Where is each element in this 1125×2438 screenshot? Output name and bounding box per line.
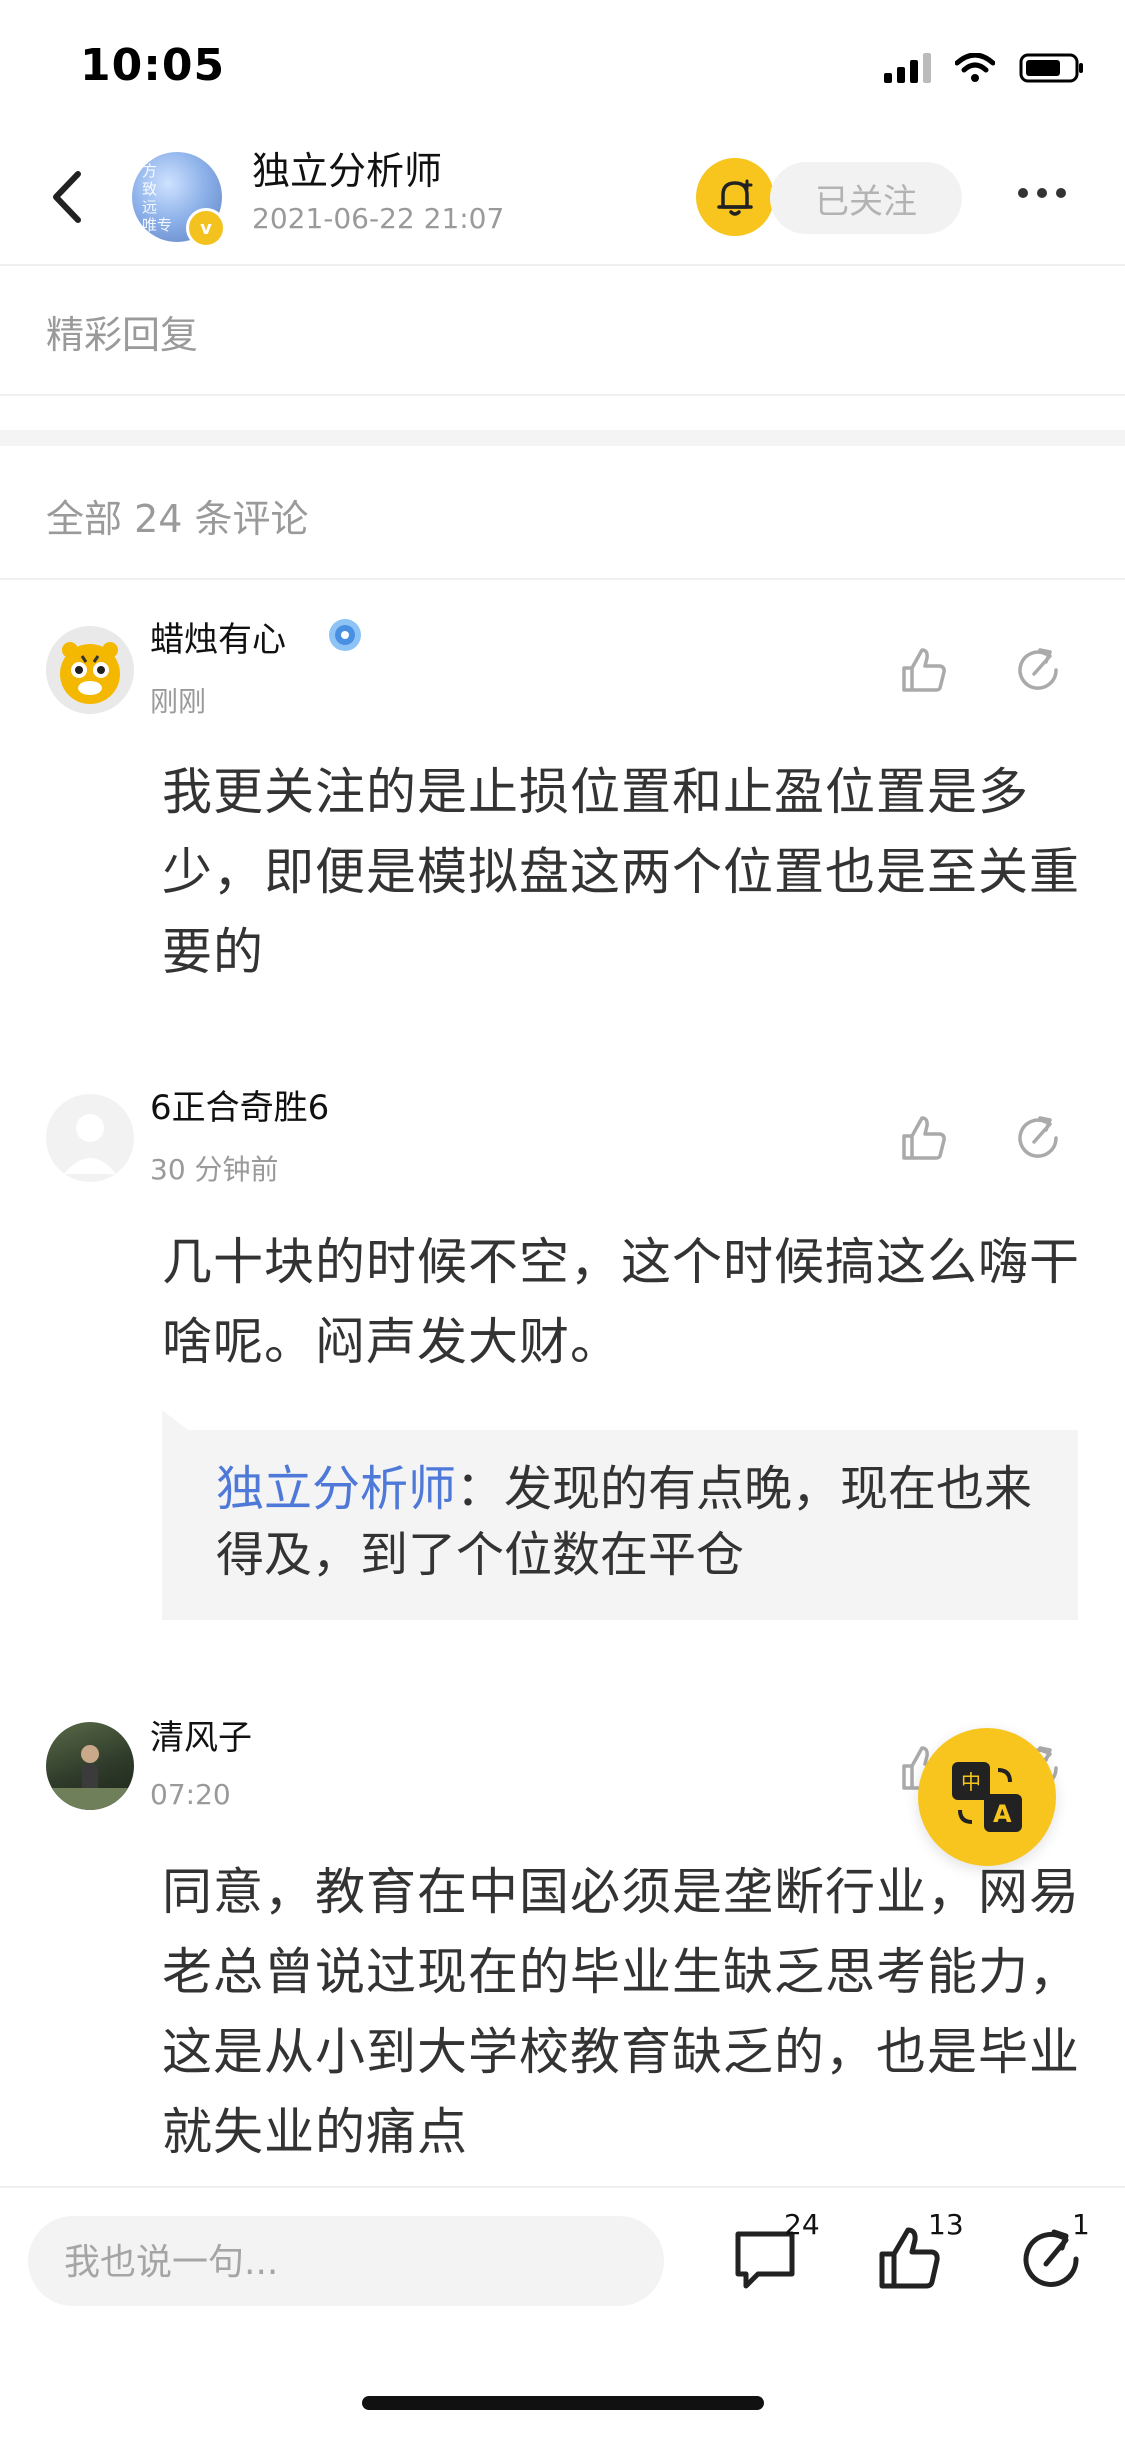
comment-time: 30 分钟前 [150, 1153, 279, 1186]
comment-author-name[interactable]: 清风子 [150, 1710, 252, 1759]
translate-icon: 中 A [952, 1762, 1022, 1832]
svg-text:中: 中 [961, 1770, 981, 1794]
author-name[interactable]: 独立分析师 [252, 140, 442, 195]
comment-input-field[interactable] [28, 2216, 626, 2308]
featured-replies-title: 精彩回复 [46, 313, 199, 357]
cellular-signal-icon [884, 53, 931, 83]
comment-avatar[interactable] [46, 626, 134, 714]
tiger-avatar-icon [60, 642, 120, 704]
comments-divider [0, 578, 1125, 580]
comment-like-icon[interactable] [896, 1110, 952, 1166]
reply-author-name[interactable]: 独立分析师 [216, 1461, 456, 1517]
comment-time: 07:20 [150, 1778, 231, 1811]
share-count: 1 [1072, 2208, 1090, 2241]
comment-like-icon[interactable] [896, 642, 952, 698]
follow-button[interactable]: 已关注 [770, 162, 962, 234]
comment-time: 刚刚 [150, 685, 207, 718]
header-divider [0, 264, 1125, 266]
photo-avatar-icon [46, 1745, 134, 1810]
reply-notch [162, 1410, 188, 1430]
battery-icon [1019, 53, 1083, 83]
comment-author-name[interactable]: 6正合奇胜6 [150, 1080, 329, 1129]
default-avatar-icon [64, 1114, 116, 1174]
post-date: 2021-06-22 21:07 [252, 202, 505, 235]
status-time: 10:05 [80, 40, 226, 91]
section-gap [0, 430, 1125, 446]
verified-badge-icon: v [186, 208, 226, 248]
comment-avatar[interactable] [46, 1722, 134, 1810]
level-badge-icon [329, 619, 361, 651]
bell-icon [717, 179, 753, 216]
reply-separator: ： [456, 1461, 505, 1517]
author-reply: 独立分析师：发现的有点晚，现在也来得及，到了个位数在平仓 [216, 1456, 1036, 1588]
comment-input[interactable] [28, 2216, 664, 2308]
status-icons [884, 48, 1085, 88]
comment-avatar[interactable] [46, 1094, 134, 1182]
back-icon[interactable] [44, 166, 94, 228]
comment-body: 几十块的时候不空，这个时候搞这么嗨干啥呢。闷声发大财。 [162, 1233, 1080, 1371]
notification-bell-button[interactable] [696, 158, 774, 236]
translate-button[interactable]: 中 A [918, 1728, 1056, 1866]
wifi-icon [955, 53, 995, 82]
comment-share-icon[interactable] [1010, 642, 1066, 698]
like-count: 13 [928, 2208, 964, 2241]
comment-share-icon[interactable] [1010, 1110, 1066, 1166]
svg-text:A: A [993, 1800, 1012, 1828]
featured-divider [0, 394, 1125, 396]
comment-author-name[interactable]: 蜡烛有心 [150, 612, 286, 661]
comment-count: 24 [784, 2208, 820, 2241]
avatar-calligraphy: 方 致 远 唯专 [142, 162, 173, 234]
comment-body: 我更关注的是止损位置和止盈位置是多少，即便是模拟盘这两个位置也是至关重要的 [162, 763, 1080, 981]
all-comments-title: 全部 24 条评论 [46, 497, 309, 541]
comment-body: 同意，教育在中国必须是垄断行业，网易老总曾说过现在的毕业生缺乏思考能力，这是从小… [162, 1863, 1080, 2161]
home-indicator [362, 2396, 764, 2410]
more-options-icon[interactable] [1018, 188, 1066, 198]
